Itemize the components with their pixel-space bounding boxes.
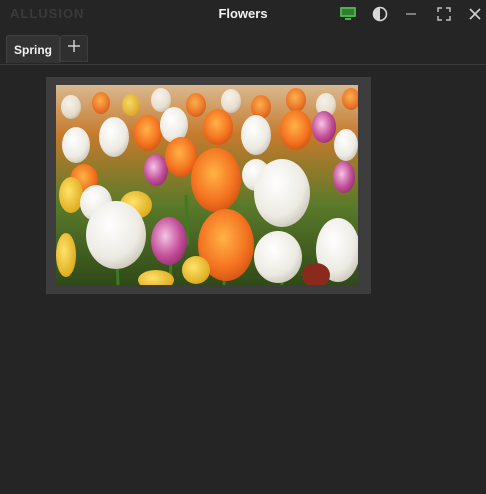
minimize-icon[interactable] <box>400 4 422 24</box>
monitor-icon[interactable] <box>337 4 359 24</box>
add-tab-button[interactable] <box>60 35 88 62</box>
tab-spring[interactable]: Spring <box>6 35 60 63</box>
tab-label: Spring <box>14 42 52 57</box>
contrast-icon[interactable] <box>369 4 391 24</box>
tab-bar: Spring <box>0 30 486 65</box>
gallery-item[interactable] <box>46 77 371 294</box>
app-window: ALLUSION Flowers Spring <box>0 0 486 494</box>
title-bar: ALLUSION Flowers <box>0 0 486 30</box>
close-icon[interactable] <box>464 4 486 24</box>
fullscreen-icon[interactable] <box>433 4 455 24</box>
gallery <box>0 65 486 494</box>
plus-icon <box>67 39 81 58</box>
thumbnail-image <box>56 85 358 285</box>
